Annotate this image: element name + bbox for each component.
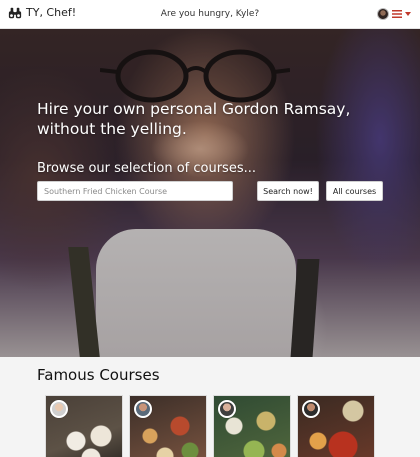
course-card[interactable] [213,395,291,457]
course-search-input[interactable] [37,181,233,201]
chef-avatar [134,400,152,418]
chef-avatar [302,400,320,418]
all-courses-button[interactable]: All courses [326,181,383,201]
top-navbar: TY, Chef! Are you hungry, Kyle? [0,0,420,29]
caret-down-icon [405,12,411,16]
course-card[interactable] [297,395,375,457]
course-card[interactable] [129,395,207,457]
hamburger-menu-icon [392,10,402,18]
user-avatar [377,8,389,20]
browse-courses-label: Browse our selection of courses... [37,161,256,176]
brand-link[interactable]: TY, Chef! [8,6,76,20]
user-menu-toggle[interactable] [377,8,411,20]
course-card[interactable] [45,395,123,457]
hero-heading: Hire your own personal Gordon Ramsay, wi… [37,100,351,138]
famous-courses-title: Famous Courses [37,366,160,384]
user-greeting: Are you hungry, Kyle? [160,9,260,19]
search-now-button[interactable]: Search now! [257,181,319,201]
brand-name: TY, Chef! [26,6,77,19]
chef-avatar [50,400,68,418]
binoculars-icon [8,7,22,19]
hero-banner: Hire your own personal Gordon Ramsay, wi… [0,29,420,357]
chef-avatar [218,400,236,418]
